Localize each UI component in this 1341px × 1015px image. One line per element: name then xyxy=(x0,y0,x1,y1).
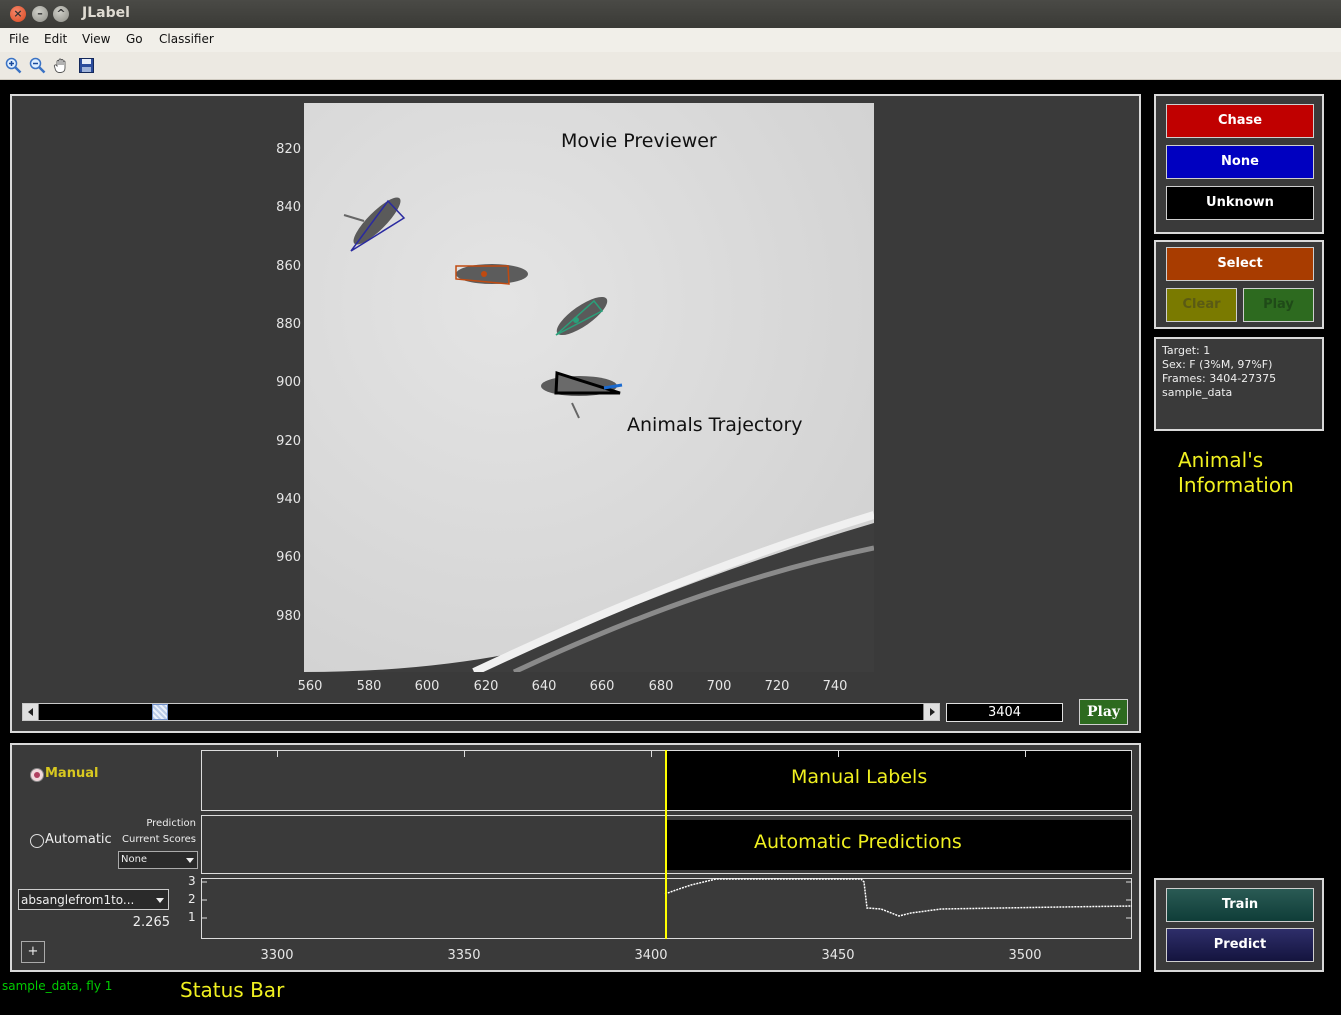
close-window-button[interactable]: × xyxy=(10,6,26,22)
timeline-x-tick: 3350 xyxy=(447,948,481,963)
x-tick-label: 740 xyxy=(822,679,848,694)
manual-radio[interactable] xyxy=(30,768,44,782)
zoom-out-icon[interactable] xyxy=(29,57,46,74)
menu-classifier[interactable]: Classifier xyxy=(159,32,214,46)
fly-2 xyxy=(455,264,528,285)
menu-go[interactable]: Go xyxy=(126,32,143,46)
y-tick-label: 960 xyxy=(276,550,301,565)
plot-y-tick: 2 xyxy=(188,892,196,906)
animal-information-annotation: Animal's Information xyxy=(1178,448,1294,497)
frames-info: Frames: 3404-27375 xyxy=(1162,372,1277,385)
pan-hand-icon[interactable] xyxy=(53,57,70,74)
x-tick-label: 580 xyxy=(356,679,382,694)
frame-slider[interactable] xyxy=(22,703,940,721)
current-scores-label: Current Scores xyxy=(122,834,196,845)
toolbar xyxy=(0,52,1341,80)
animals-trajectory-annotation: Animals Trajectory xyxy=(627,414,803,436)
menu-edit[interactable]: Edit xyxy=(44,32,67,46)
menu-bar: File Edit View Go Classifier xyxy=(0,28,1341,52)
frame-number-field[interactable]: 3404 xyxy=(946,703,1063,722)
movie-previewer-panel: Movie Previewer Animals Trajectory 820 8… xyxy=(10,94,1141,733)
timeline-x-tick: 3500 xyxy=(1008,948,1042,963)
experiment-info: sample_data xyxy=(1162,386,1233,399)
slider-thumb[interactable] xyxy=(152,704,168,720)
plot-y-tick: 3 xyxy=(188,874,196,888)
minimize-window-button[interactable]: – xyxy=(32,6,48,22)
x-tick-label: 700 xyxy=(706,679,732,694)
scores-select[interactable]: None xyxy=(118,851,198,869)
automatic-radio-label: Automatic xyxy=(45,832,112,847)
y-tick-label: 820 xyxy=(276,142,301,157)
select-button[interactable]: Select xyxy=(1166,247,1314,281)
clear-button[interactable]: Clear xyxy=(1166,288,1237,322)
behavior-label-panel: Chase None Unknown xyxy=(1154,94,1324,234)
feature-value: 2.265 xyxy=(132,915,170,930)
y-tick-label: 920 xyxy=(276,434,301,449)
status-bar-annotation: Status Bar xyxy=(180,978,285,1002)
y-tick-label: 860 xyxy=(276,259,301,274)
menu-view[interactable]: View xyxy=(82,32,110,46)
timeline-x-tick: 3400 xyxy=(634,948,668,963)
x-tick-label: 600 xyxy=(414,679,440,694)
menu-file[interactable]: File xyxy=(9,32,29,46)
automatic-predictions-annotation: Automatic Predictions xyxy=(754,831,962,853)
y-tick-label: 880 xyxy=(276,317,301,332)
chevron-down-icon xyxy=(156,898,164,903)
timeline-x-tick: 3300 xyxy=(260,948,294,963)
status-bar-text: sample_data, fly 1 xyxy=(2,979,113,993)
x-tick-label: 660 xyxy=(589,679,615,694)
x-tick-label: 680 xyxy=(648,679,674,694)
title-bar: × – ^ JLabel xyxy=(0,0,1341,28)
predict-button[interactable]: Predict xyxy=(1166,928,1314,962)
x-tick-label: 620 xyxy=(473,679,499,694)
current-frame-marker xyxy=(665,750,667,939)
timeline-x-tick: 3450 xyxy=(821,948,855,963)
none-label-button[interactable]: None xyxy=(1166,145,1314,179)
play-movie-button[interactable]: Play xyxy=(1079,699,1128,725)
slider-right-arrow[interactable] xyxy=(923,704,939,720)
timeline-panel: Manual Automatic Prediction Current Scor… xyxy=(10,743,1141,972)
unknown-label-button[interactable]: Unknown xyxy=(1166,186,1314,220)
add-feature-button[interactable]: + xyxy=(21,941,45,963)
main-area: Movie Previewer Animals Trajectory 820 8… xyxy=(0,81,1341,1015)
y-tick-label: 980 xyxy=(276,609,301,624)
classifier-panel: Train Predict xyxy=(1154,878,1324,972)
automatic-radio[interactable] xyxy=(30,834,44,848)
x-tick-label: 560 xyxy=(297,679,323,694)
chevron-down-icon xyxy=(186,858,194,863)
maximize-window-button[interactable]: ^ xyxy=(53,6,69,22)
animal-info-panel: Target: 1 Sex: F (3%M, 97%F) Frames: 340… xyxy=(1154,337,1324,431)
selection-panel: Select Clear Play xyxy=(1154,240,1324,329)
save-icon[interactable] xyxy=(78,57,95,74)
chase-label-button[interactable]: Chase xyxy=(1166,104,1314,138)
slider-left-arrow[interactable] xyxy=(23,704,39,720)
feature-select[interactable]: absanglefrom1to... xyxy=(18,889,169,910)
target-info: Target: 1 xyxy=(1162,344,1211,357)
train-button[interactable]: Train xyxy=(1166,888,1314,922)
x-tick-label: 640 xyxy=(531,679,557,694)
y-tick-label: 940 xyxy=(276,492,301,507)
manual-radio-label: Manual xyxy=(45,766,99,781)
plot-y-tick: 1 xyxy=(188,910,196,924)
prediction-label: Prediction xyxy=(146,818,196,829)
x-tick-label: 720 xyxy=(764,679,790,694)
manual-labels-annotation: Manual Labels xyxy=(791,766,928,788)
zoom-in-icon[interactable] xyxy=(5,57,22,74)
movie-previewer-annotation: Movie Previewer xyxy=(561,130,717,152)
y-tick-label: 900 xyxy=(276,375,301,390)
window-title: JLabel xyxy=(82,5,130,21)
play-selection-button[interactable]: Play xyxy=(1243,288,1314,322)
sex-info: Sex: F (3%M, 97%F) xyxy=(1162,358,1273,371)
y-tick-label: 840 xyxy=(276,200,301,215)
video-frame[interactable] xyxy=(304,103,874,672)
